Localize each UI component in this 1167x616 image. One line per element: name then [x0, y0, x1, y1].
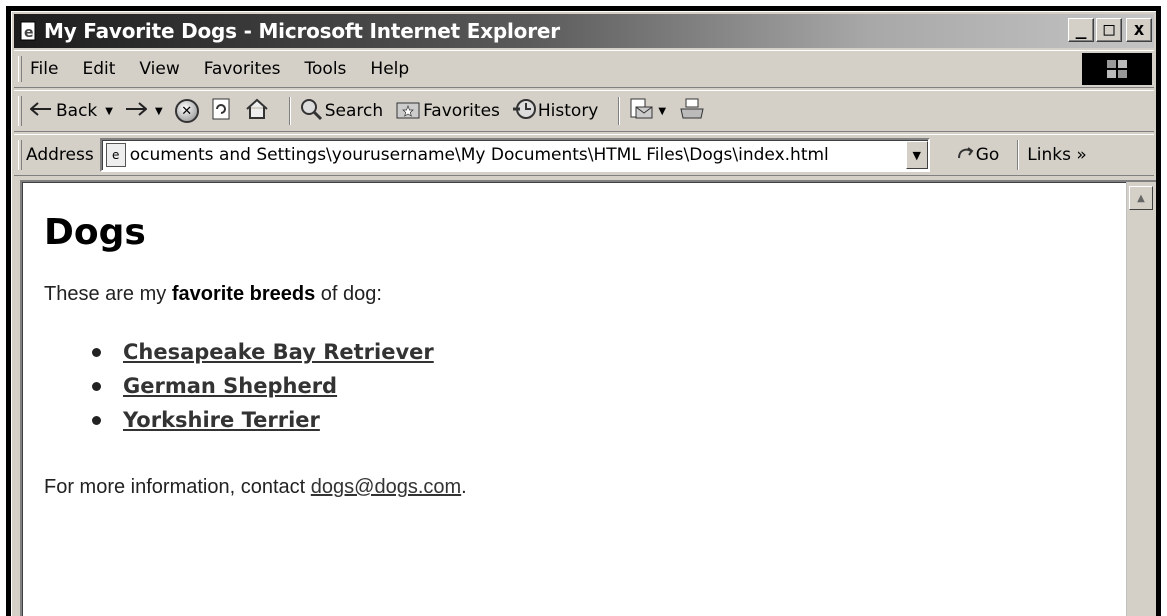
favorites-icon [395, 98, 421, 125]
contact-suffix: . [461, 476, 467, 498]
window-title: My Favorite Dogs - Microsoft Internet Ex… [44, 19, 560, 43]
toolbar-grip[interactable] [18, 140, 22, 170]
history-icon [512, 97, 538, 126]
refresh-button[interactable] [211, 97, 233, 126]
page-content: Dogs These are my favorite breeds of dog… [20, 180, 1156, 616]
home-button[interactable] [245, 97, 269, 126]
go-arrow-icon [956, 143, 976, 168]
mail-icon [628, 97, 656, 126]
document-body: Dogs These are my favorite breeds of dog… [44, 212, 467, 499]
intro-bold: favorite breeds [171, 283, 316, 305]
favorites-button[interactable]: Favorites [395, 98, 500, 125]
list-item: German Shepherd [92, 374, 467, 398]
menu-bar: File Edit View Favorites Tools Help [14, 50, 1154, 88]
home-icon [245, 97, 269, 126]
address-input[interactable]: e ocuments and Settings\yourusername\My … [99, 138, 930, 172]
toolbar-separator [618, 97, 621, 125]
scroll-up-button[interactable]: ▲ [1129, 186, 1153, 210]
address-bar: Address e ocuments and Settings\youruser… [14, 134, 1154, 176]
contact-prefix: For more information, contact [44, 476, 311, 498]
maximize-button[interactable]: □ [1096, 18, 1122, 42]
menu-tools[interactable]: Tools [305, 59, 347, 79]
windows-logo-icon [1082, 53, 1152, 85]
search-icon [299, 97, 323, 126]
mail-button[interactable]: ▼ [628, 97, 666, 126]
vertical-scrollbar[interactable]: ▲ [1126, 182, 1156, 616]
search-label: Search [324, 101, 384, 121]
address-label: Address [26, 145, 94, 165]
intro-after: of dog: [315, 283, 382, 305]
mail-dropdown-icon[interactable]: ▼ [658, 106, 666, 117]
toolbar-separator [1017, 140, 1020, 170]
contact-text: For more information, contact dogs@dogs.… [44, 476, 467, 499]
go-label: Go [975, 145, 1000, 165]
bullet-icon [92, 347, 101, 357]
page-heading: Dogs [44, 212, 146, 253]
toolbar-grip[interactable] [18, 96, 22, 126]
list-item: Chesapeake Bay Retriever [92, 340, 467, 364]
forward-button[interactable]: ▼ [125, 101, 163, 121]
print-icon [678, 97, 706, 126]
breed-link-yorkshire[interactable]: Yorkshire Terrier [123, 408, 320, 432]
stop-button[interactable]: ✕ [174, 99, 199, 123]
svg-text:e: e [24, 25, 34, 41]
email-link[interactable]: dogs@dogs.com [311, 476, 461, 498]
standard-toolbar: Back ▼ ▼ ✕ Search Favorites History ▼ [14, 90, 1154, 132]
toolbar-grip[interactable] [18, 56, 22, 82]
print-button[interactable] [678, 97, 706, 126]
back-dropdown-icon[interactable]: ▼ [105, 106, 113, 117]
intro-before: These are my [44, 283, 172, 305]
ie-window: e My Favorite Dogs - Microsoft Internet … [11, 11, 1156, 616]
refresh-icon [211, 97, 233, 126]
title-bar[interactable]: e My Favorite Dogs - Microsoft Internet … [14, 14, 1154, 48]
forward-arrow-icon [125, 101, 148, 121]
menu-favorites[interactable]: Favorites [204, 59, 281, 79]
stop-icon: ✕ [174, 99, 199, 123]
history-label: History [537, 101, 599, 121]
search-button[interactable]: Search [299, 97, 383, 126]
address-dropdown-button[interactable]: ▼ [905, 141, 928, 169]
toolbar-separator [288, 97, 291, 125]
forward-dropdown-icon[interactable]: ▼ [155, 106, 163, 117]
menu-edit[interactable]: Edit [82, 59, 115, 79]
list-item: Yorkshire Terrier [92, 408, 467, 432]
favorites-label: Favorites [423, 101, 500, 121]
intro-text: These are my favorite breeds of dog: [44, 283, 467, 306]
close-button[interactable]: x [1126, 18, 1152, 42]
browser-frame: e My Favorite Dogs - Microsoft Internet … [6, 6, 1161, 616]
breed-link-chesapeake[interactable]: Chesapeake Bay Retriever [123, 340, 434, 364]
breed-list: Chesapeake Bay Retriever German Shepherd… [92, 340, 467, 432]
minimize-button[interactable]: _ [1068, 18, 1094, 42]
bullet-icon [92, 415, 101, 425]
breed-link-german-shepherd[interactable]: German Shepherd [123, 374, 337, 398]
menu-help[interactable]: Help [370, 59, 409, 79]
ie-page-icon: e [18, 20, 40, 42]
window-controls: _ □ x [1068, 18, 1152, 42]
menu-view[interactable]: View [139, 59, 179, 79]
go-button[interactable]: Go [956, 143, 1000, 168]
back-arrow-icon [29, 101, 52, 121]
links-toolbar[interactable]: Links » [1027, 145, 1086, 165]
menu-file[interactable]: File [30, 59, 58, 79]
history-button[interactable]: History [512, 97, 598, 126]
address-value[interactable]: ocuments and Settings\yourusername\My Do… [130, 145, 906, 165]
page-icon: e [105, 143, 126, 167]
back-button[interactable]: Back ▼ [29, 101, 113, 121]
bullet-icon [92, 381, 101, 391]
back-label: Back [56, 101, 98, 121]
